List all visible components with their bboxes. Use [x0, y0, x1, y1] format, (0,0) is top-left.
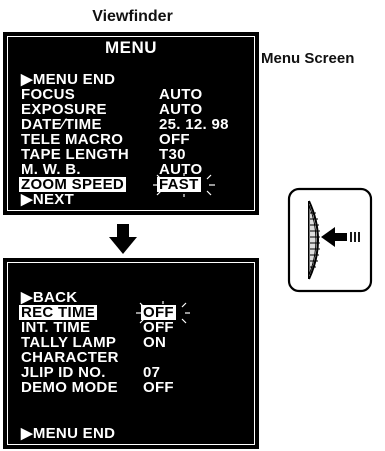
arrow-down-icon	[109, 224, 137, 254]
menu-item-label: TAPE LENGTH	[21, 146, 130, 163]
menu-item-label: ▶MENU END	[21, 425, 116, 442]
menu-item-label: EXPOSURE	[21, 101, 107, 118]
menu-item-label: M. W. B.	[21, 161, 81, 178]
menu-item-label: FOCUS	[21, 86, 75, 103]
menu-item-label: ▶BACK	[21, 289, 78, 306]
menu-item-label: ▶MENU END	[21, 71, 116, 88]
menu-item-tape-length[interactable]: TAPE LENGTH T30	[19, 147, 251, 162]
menu-screen-caption: Menu Screen	[261, 50, 355, 67]
menu-item-value: AUTO	[159, 101, 203, 118]
menu-item-menu-end[interactable]: ▶MENU END	[19, 426, 251, 441]
menu-screen-1: MENU ▶MENU END FOCUS AUTO EXPOSURE AUTO …	[3, 32, 259, 215]
menu-item-label: ▶NEXT	[21, 191, 75, 208]
menu-item-value: OFF	[143, 319, 174, 336]
menu-item-label: REC TIME	[19, 304, 98, 321]
menu-item-label: TALLY LAMP	[21, 334, 117, 351]
menu-item-label: CHARACTER	[21, 349, 119, 366]
menu-item-demo-mode[interactable]: DEMO MODE OFF	[19, 380, 251, 395]
menu-item-label: DEMO MODE	[21, 379, 118, 396]
menu-item-tele-macro[interactable]: TELE MACRO OFF	[19, 132, 251, 147]
menu-item-value: FAST	[157, 176, 201, 193]
menu-item-value: T30	[159, 146, 186, 163]
menu-item-value: 07	[143, 364, 161, 381]
menu-item-back[interactable]: ▶BACK	[19, 290, 251, 305]
menu-item-int-time[interactable]: INT. TIME OFF	[19, 320, 251, 335]
menu-item-value: OFF	[141, 304, 176, 321]
menu-item-value: AUTO	[159, 86, 203, 103]
menu-title: MENU	[104, 38, 158, 57]
menu-item-value: OFF	[143, 379, 174, 396]
menu-item-label: ZOOM SPEED	[19, 176, 127, 193]
menu-item-label: INT. TIME	[21, 319, 91, 336]
viewfinder-caption: Viewfinder	[92, 8, 173, 25]
menu-item-menu-end[interactable]: ▶MENU END	[19, 72, 251, 87]
menu-item-value: AUTO	[159, 161, 203, 178]
menu-item-value: OFF	[159, 131, 190, 148]
menu-item-label: DATE∕TIME	[21, 116, 102, 133]
menu-item-label: TELE MACRO	[21, 131, 124, 148]
menu-item-focus[interactable]: FOCUS AUTO	[19, 87, 251, 102]
menu-screen-2: ▶BACK REC TIME OFF INT. TIME OFF TALLY L…	[3, 258, 259, 449]
menu-item-mwb[interactable]: M. W. B. AUTO	[19, 162, 251, 177]
menu-item-character[interactable]: CHARACTER	[19, 350, 251, 365]
menu-item-value: ON	[143, 334, 167, 351]
menu-item-jlip-id[interactable]: JLIP ID NO. 07	[19, 365, 251, 380]
menu-item-next[interactable]: ▶NEXT	[19, 192, 251, 207]
menu-item-exposure[interactable]: EXPOSURE AUTO	[19, 102, 251, 117]
menu-item-value: 25. 12. 98	[159, 116, 229, 133]
menu-item-tally-lamp[interactable]: TALLY LAMP ON	[19, 335, 251, 350]
menu-item-rec-time[interactable]: REC TIME OFF	[19, 301, 251, 325]
menu-dial-press-icon[interactable]	[287, 187, 373, 293]
menu-item-label: JLIP ID NO.	[21, 364, 106, 381]
menu-item-date-time[interactable]: DATE∕TIME 25. 12. 98	[19, 117, 251, 132]
menu-item-zoom-speed[interactable]: ZOOM SPEED FAST	[19, 173, 251, 197]
